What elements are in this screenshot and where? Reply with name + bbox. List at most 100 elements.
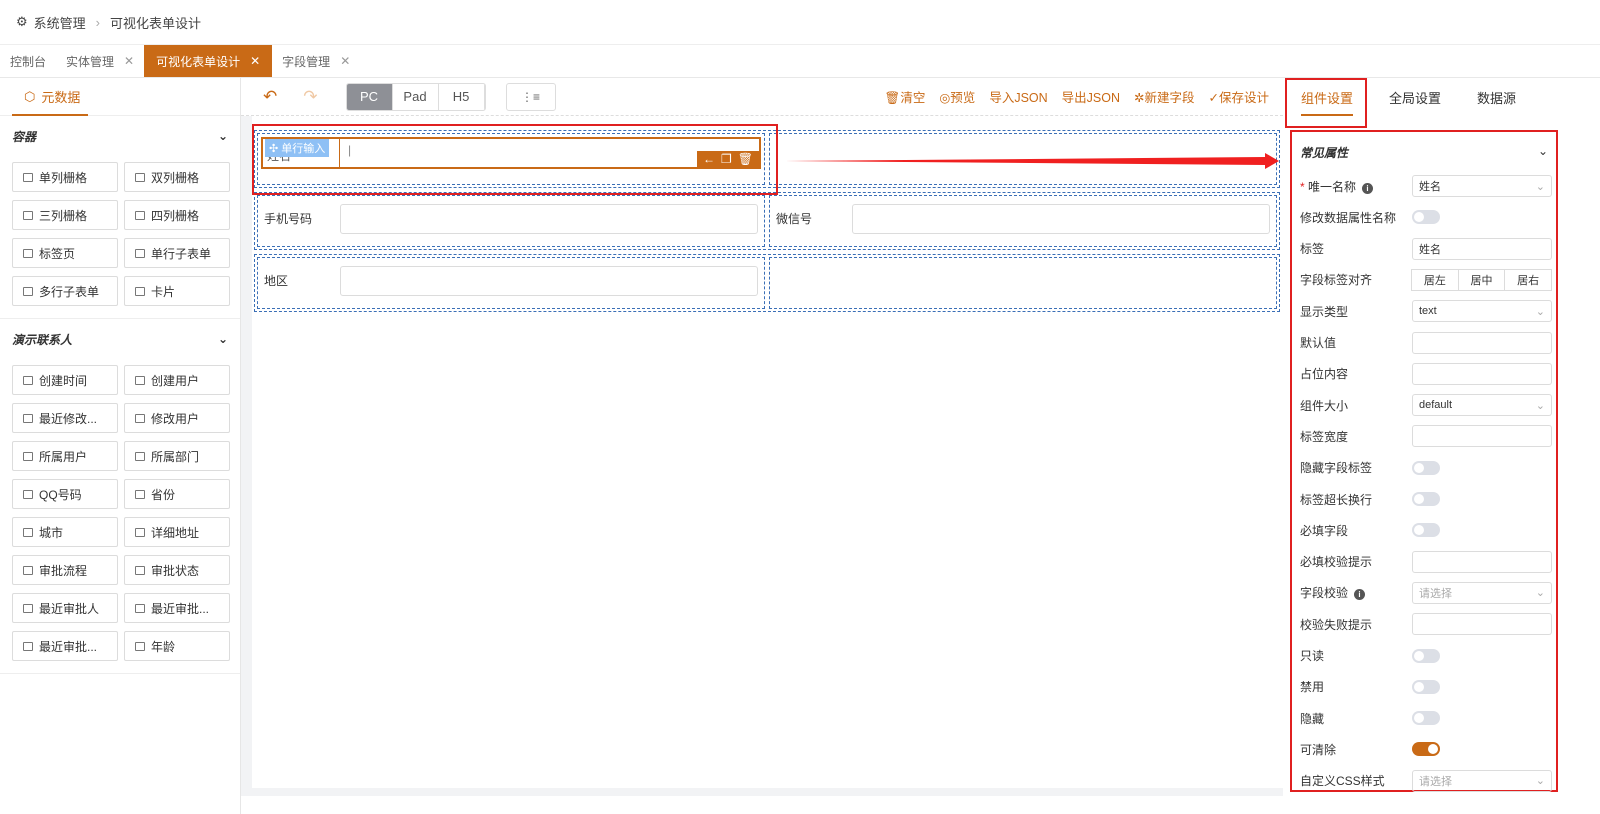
radio-option[interactable]: 居左	[1411, 268, 1459, 291]
redo-icon[interactable]: ↷	[303, 87, 317, 107]
component-item[interactable]: QQ号码	[12, 479, 118, 509]
property-label-text: 组件大小	[1300, 398, 1349, 413]
tab-metadata[interactable]: ⬡ 元数据	[0, 78, 240, 116]
close-icon[interactable]: ✕	[124, 54, 134, 68]
component-item[interactable]: 修改用户	[124, 403, 230, 433]
group-header[interactable]: 容器 ⌄	[0, 116, 240, 156]
component-item[interactable]: 所属部门	[124, 441, 230, 471]
property-select[interactable]: 姓名 ⌄	[1412, 175, 1552, 197]
toggle-switch[interactable]	[1412, 648, 1440, 663]
component-item[interactable]: 最近审批人	[12, 593, 118, 623]
component-item[interactable]: 多行子表单	[12, 276, 118, 306]
component-item[interactable]: 省份	[124, 479, 230, 509]
import-json-button[interactable]: 导入JSON	[989, 87, 1047, 106]
property-label: 默认值	[1300, 334, 1412, 351]
component-icon	[23, 527, 33, 537]
chevron-down-icon: ⌄	[1535, 399, 1545, 412]
device-pad[interactable]: Pad	[393, 83, 439, 110]
breadcrumb-root[interactable]: 系统管理	[34, 13, 86, 32]
component-item[interactable]: 最近审批...	[12, 631, 118, 661]
device-pc[interactable]: PC	[346, 83, 393, 110]
component-item[interactable]: 审批状态	[124, 555, 230, 585]
radio-option[interactable]: 居右	[1504, 268, 1553, 291]
component-item[interactable]: 最近修改...	[12, 403, 118, 433]
component-label: 审批状态	[151, 563, 200, 578]
tab-1[interactable]: 实体管理 ✕	[56, 45, 144, 77]
property-select[interactable]: 请选择 ⌄	[1412, 581, 1552, 604]
component-item[interactable]: 四列栅格	[124, 200, 230, 230]
toggle-switch[interactable]	[1412, 742, 1440, 757]
component-item[interactable]: 创建用户	[124, 365, 230, 395]
property-row: 必填校验提示	[1300, 550, 1552, 574]
component-item[interactable]: 年龄	[124, 631, 230, 661]
component-icon	[135, 527, 145, 537]
group-header[interactable]: 演示联系人 ⌄	[0, 319, 240, 359]
property-input[interactable]: 姓名	[1412, 237, 1552, 260]
component-icon	[135, 641, 145, 651]
toggle-switch[interactable]	[1412, 711, 1440, 726]
property-input[interactable]	[1412, 425, 1552, 448]
preview-icon: ◎	[939, 91, 951, 105]
device-h5[interactable]: H5	[439, 83, 485, 110]
component-label: 单行子表单	[151, 246, 212, 261]
grid-cell[interactable]: 手机号码	[257, 195, 765, 247]
component-item[interactable]: 双列栅格	[124, 162, 230, 192]
radio-option[interactable]: 居中	[1457, 268, 1506, 291]
toggle-switch[interactable]	[1412, 523, 1440, 538]
toggle-switch[interactable]	[1412, 210, 1440, 225]
component-item[interactable]: 最近审批...	[124, 593, 230, 623]
toggle-switch[interactable]	[1412, 679, 1440, 694]
chevron-down-icon: ⌄	[217, 129, 228, 143]
component-item[interactable]: 单列栅格	[12, 162, 118, 192]
chevron-down-icon: ⌄	[1535, 180, 1545, 193]
component-item[interactable]: 单行子表单	[124, 238, 230, 268]
undo-icon[interactable]: ↶	[263, 87, 277, 107]
property-label: 显示类型	[1300, 303, 1412, 320]
grid-cell[interactable]	[769, 257, 1277, 309]
new-field-button[interactable]: ✲新建字段	[1134, 87, 1195, 106]
property-select[interactable]: 请选择 ⌄	[1412, 769, 1552, 792]
info-icon: i	[1362, 182, 1374, 194]
component-item[interactable]: 审批流程	[12, 555, 118, 585]
tab-3[interactable]: 字段管理 ✕	[272, 45, 360, 77]
field-input[interactable]	[340, 204, 758, 234]
component-item[interactable]: 详细地址	[124, 517, 230, 547]
tab-2[interactable]: 可视化表单设计 ✕	[144, 45, 273, 77]
property-label-text: 必填校验提示	[1300, 555, 1373, 570]
clear-icon: 🗑︎	[884, 91, 901, 105]
field-input[interactable]	[340, 266, 758, 296]
property-input[interactable]	[1412, 613, 1552, 636]
settings-tab-1[interactable]: 全局设置	[1371, 78, 1459, 116]
component-item[interactable]: 卡片	[124, 276, 230, 306]
component-icon	[135, 248, 145, 258]
close-icon[interactable]: ✕	[250, 54, 260, 68]
component-label: 三列栅格	[39, 208, 88, 223]
toggle-switch[interactable]	[1412, 492, 1440, 506]
property-input[interactable]	[1412, 550, 1552, 573]
component-item[interactable]: 创建时间	[12, 365, 118, 395]
tab-0[interactable]: 控制台	[0, 45, 56, 77]
property-input[interactable]	[1412, 362, 1552, 385]
property-input[interactable]	[1412, 331, 1552, 354]
save-design-button[interactable]: ✓保存设计	[1209, 87, 1270, 106]
component-label: 单列栅格	[39, 170, 88, 185]
page-tabs: 控制台 实体管理 ✕ 可视化表单设计 ✕ 字段管理 ✕	[0, 45, 1600, 78]
property-select[interactable]: default ⌄	[1412, 394, 1552, 417]
settings-tab-2[interactable]: 数据源	[1459, 78, 1534, 116]
component-item[interactable]: 标签页	[12, 238, 118, 268]
toggle-switch[interactable]	[1412, 460, 1440, 475]
field-input[interactable]	[852, 204, 1270, 234]
tree-icon[interactable]: ⋮≡	[505, 82, 556, 111]
component-item[interactable]: 城市	[12, 517, 118, 547]
grid-cell[interactable]: 微信号	[769, 195, 1277, 247]
close-icon[interactable]: ✕	[340, 54, 350, 68]
component-item[interactable]: 所属用户	[12, 441, 118, 471]
export-json-button[interactable]: 导出JSON	[1062, 87, 1120, 106]
component-item[interactable]: 三列栅格	[12, 200, 118, 230]
group-title: 容器	[12, 129, 37, 144]
property-select[interactable]: text ⌄	[1412, 300, 1552, 323]
grid-cell[interactable]: 地区	[257, 257, 765, 309]
clear-button[interactable]: 🗑︎清空	[884, 87, 925, 106]
preview-button[interactable]: ◎预览	[939, 87, 975, 106]
section-header[interactable]: 常见属性 ⌄	[1300, 144, 1548, 161]
